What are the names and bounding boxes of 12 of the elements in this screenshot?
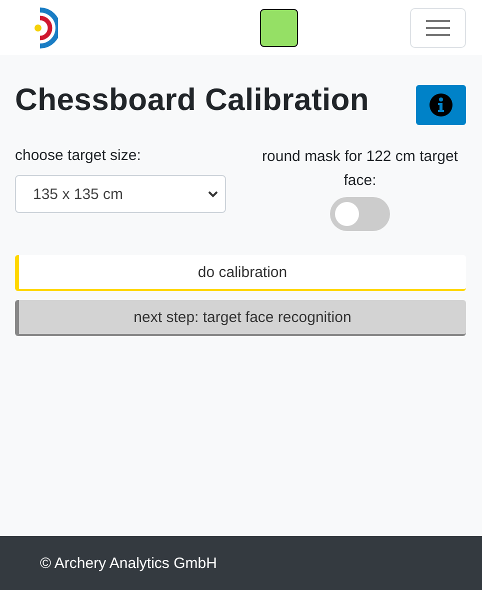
menu-button[interactable] <box>410 8 466 48</box>
target-size-select[interactable]: 135 x 135 cm <box>15 175 226 213</box>
round-mask-toggle[interactable] <box>330 197 390 231</box>
step-button[interactable]: do calibration <box>15 255 466 291</box>
info-button[interactable] <box>416 85 466 125</box>
page-title: Chessboard Calibration <box>15 81 370 118</box>
menu-icon <box>425 18 451 38</box>
copyright-text: © Archery Analytics GmbH <box>40 554 217 572</box>
round-mask-label: round mask for 122 cm target face: <box>261 147 459 191</box>
target-size-label: choose target size: <box>15 146 142 166</box>
info-icon <box>429 93 453 117</box>
chevron-down-icon <box>207 190 219 198</box>
